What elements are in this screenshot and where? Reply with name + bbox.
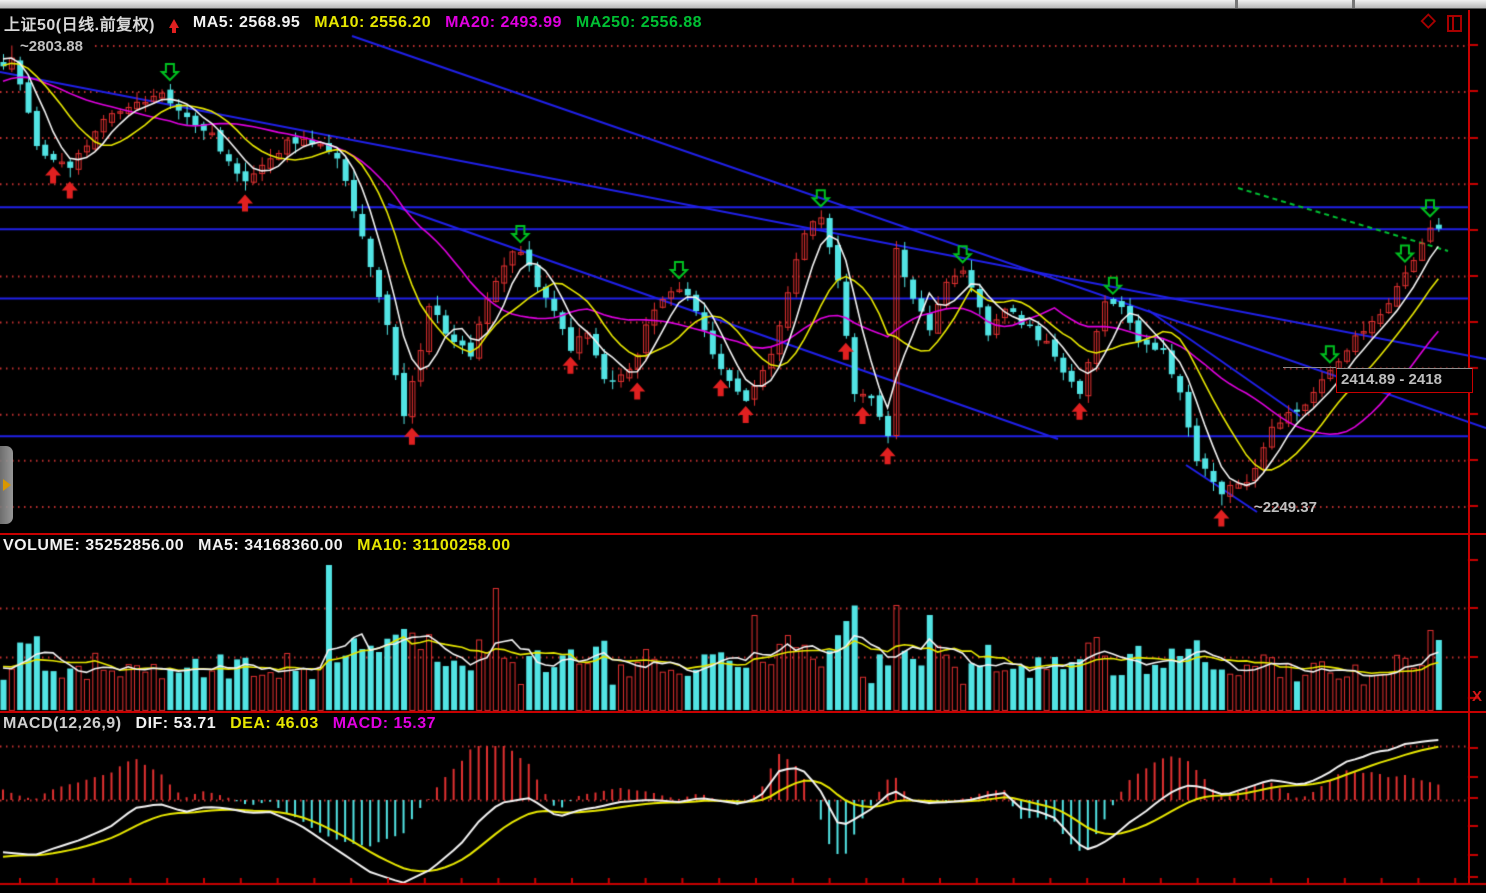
ma-value: MA10: 2556.20 [314,14,431,32]
price-panel-header: 上证50(日线.前复权) MA5: 2568.95MA10: 2556.20MA… [4,11,702,35]
ma-value: MA250: 2556.88 [576,14,702,32]
high-price-label: ~2803.88 [20,38,83,55]
window-top-strip [0,0,1486,9]
panel-close-button[interactable]: X [1472,688,1482,705]
ma-value-list: MA5: 2568.95 MA10: 2556.20 MA20: 2493.99 MA… [193,14,702,32]
volume-value: VOLUME: 35252856.00 [3,537,184,555]
annotation-line [1283,367,1336,368]
macd-value: MACD(12,26,9) [3,715,122,733]
volume-value: MA10: 31100258.00 [357,537,511,555]
expand-sidebar-handle[interactable] [0,446,13,524]
macd-chart-canvas[interactable] [0,712,1486,893]
panel-separator [0,533,1486,535]
volume-chart-canvas[interactable] [0,533,1486,712]
volume-value: MA5: 34168360.00 [198,537,343,555]
right-axis-line [1468,10,1470,884]
macd-value: MACD: 15.37 [333,715,436,733]
panel-separator [0,711,1486,713]
split-window-icon[interactable] [1447,15,1462,32]
volume-value-list: VOLUME: 35252856.00 MA5: 34168360.00 MA10:… [3,537,511,555]
diamond-marker-icon[interactable]: ◇ [1421,12,1436,30]
ma-value: MA5: 2568.95 [193,14,300,32]
macd-value: DIF: 53.71 [136,715,217,733]
strip-notch [1235,0,1238,8]
stock-chart-window: { "header": { "title": "上证50(日线.前复权)", "… [0,0,1486,893]
symbol-title: 上证50(日线.前复权) [4,11,155,35]
volume-panel-header: VOLUME: 35252856.00 MA5: 34168360.00 MA10:… [3,537,511,555]
price-range-annotation: 2414.89 - 2418 [1336,368,1473,393]
strip-notch [1352,0,1355,8]
macd-value: DEA: 46.03 [230,715,319,733]
low-price-label: ~2249.37 [1254,499,1317,516]
expand-triangle-icon [3,479,11,491]
macd-panel-header: MACD(12,26,9) DIF: 53.71 DEA: 46.03 MACD: 1… [3,715,436,733]
up-arrow-icon [169,19,179,28]
price-chart-canvas[interactable] [0,0,1486,533]
macd-value-list: MACD(12,26,9) DIF: 53.71 DEA: 46.03 MACD: 1… [3,715,436,733]
ma-value: MA20: 2493.99 [445,14,562,32]
